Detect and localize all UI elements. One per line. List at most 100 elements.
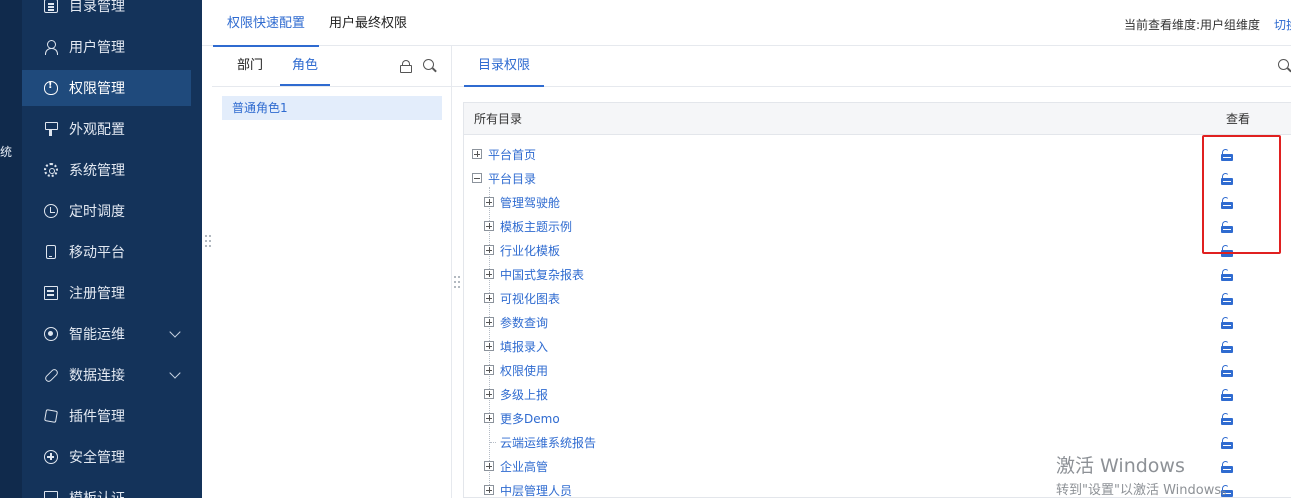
gear-icon: [44, 163, 58, 177]
expand-icon[interactable]: [484, 413, 494, 423]
tree-node-label[interactable]: 参数查询: [500, 311, 548, 335]
expand-icon[interactable]: [484, 485, 494, 495]
sidebar-item-label: 目录管理: [69, 0, 125, 15]
lock-icon[interactable]: [400, 60, 412, 73]
tab-catalog-permissions[interactable]: 目录权限: [463, 46, 545, 87]
sidebar-item-data-connection[interactable]: 数据连接: [22, 357, 191, 393]
sidebar-item-label: 插件管理: [69, 409, 125, 425]
sidebar-item-users[interactable]: 用户管理: [22, 29, 191, 65]
sidebar-item-label: 系统管理: [69, 163, 125, 179]
expand-icon[interactable]: [484, 197, 494, 207]
phone-icon: [46, 245, 56, 259]
expand-icon[interactable]: [484, 461, 494, 471]
chevron-down-icon[interactable]: [169, 326, 181, 338]
sidebar-item-smart-ops[interactable]: 智能运维: [22, 316, 191, 352]
collapse-icon[interactable]: [472, 173, 482, 183]
sidebar-item-plugins[interactable]: 插件管理: [22, 398, 191, 434]
tree-node-label[interactable]: 多级上报: [500, 383, 548, 407]
tree-node-label[interactable]: 行业化模板: [500, 239, 560, 263]
ops-icon: [44, 327, 58, 341]
register-icon: [44, 286, 58, 300]
tree-row[interactable]: 多级上报: [464, 383, 1291, 407]
tree-node-label[interactable]: 模板主题示例: [500, 215, 572, 239]
tree-row[interactable]: 模板主题示例: [464, 215, 1291, 239]
tree-row[interactable]: 行业化模板: [464, 239, 1291, 263]
tree-node-label[interactable]: 平台目录: [488, 167, 536, 191]
role-panel: 部门 角色 普通角色1: [212, 46, 452, 498]
unlock-icon[interactable]: [1221, 389, 1233, 401]
tree-node-label[interactable]: 填报录入: [500, 335, 548, 359]
tree-node-label[interactable]: 企业高管: [500, 455, 548, 479]
unlock-icon[interactable]: [1221, 293, 1233, 305]
search-icon[interactable]: [1278, 59, 1291, 73]
expand-icon[interactable]: [484, 293, 494, 303]
tab-quick-config[interactable]: 权限快速配置: [212, 0, 320, 47]
unlock-icon[interactable]: [1221, 437, 1233, 449]
tree-connector: [490, 442, 496, 443]
unlock-icon[interactable]: [1221, 461, 1233, 473]
expand-icon[interactable]: [484, 365, 494, 375]
tree-node-label[interactable]: 权限使用: [500, 359, 548, 383]
unlock-icon[interactable]: [1221, 413, 1233, 425]
sidebar-item-label: 安全管理: [69, 450, 125, 466]
tree-node-label[interactable]: 云端运维系统报告: [500, 431, 596, 455]
sidebar-item-appearance[interactable]: 外观配置: [22, 111, 191, 147]
expand-icon[interactable]: [484, 341, 494, 351]
sidebar-item-system[interactable]: 系统管理: [22, 152, 191, 188]
sidebar-item-label: 移动平台: [69, 245, 125, 261]
expand-icon[interactable]: [484, 269, 494, 279]
tree-row[interactable]: 可视化图表: [464, 287, 1291, 311]
tree-node-label[interactable]: 平台首页: [488, 143, 536, 167]
unlock-icon[interactable]: [1221, 365, 1233, 377]
column-all-catalogs: 所有目录: [474, 112, 523, 126]
tab-department[interactable]: 部门: [237, 46, 263, 86]
tree-row[interactable]: 平台首页: [464, 143, 1291, 167]
sidebar-resize-handle[interactable]: [205, 235, 211, 249]
catalog-permission-table: 所有目录 查看 平台首页 平台目录 管理驾驶舱 模板主题示例 行业化模板 中国式…: [463, 102, 1291, 498]
document-icon: [44, 0, 58, 13]
tab-role[interactable]: 角色: [279, 46, 331, 86]
sidebar-item-permissions[interactable]: 权限管理: [22, 70, 191, 106]
chevron-down-icon[interactable]: [169, 367, 181, 379]
sidebar-item-label: 定时调度: [69, 204, 125, 220]
tree-node-label[interactable]: 更多Demo: [500, 407, 560, 431]
tab-user-final-permissions[interactable]: 用户最终权限: [329, 0, 407, 46]
tree-row[interactable]: 平台目录: [464, 167, 1291, 191]
tree-node-label[interactable]: 中国式复杂报表: [500, 263, 584, 287]
left-rail: 统: [0, 0, 22, 498]
tree-row[interactable]: 权限使用: [464, 359, 1291, 383]
sidebar-item-label: 注册管理: [69, 286, 125, 302]
table-header: 所有目录 查看: [464, 103, 1291, 135]
tree-row[interactable]: 管理驾驶舱: [464, 191, 1291, 215]
switch-dimension-link[interactable]: 切换: [1274, 0, 1291, 50]
sidebar-item-schedule[interactable]: 定时调度: [22, 193, 191, 229]
user-icon: [44, 40, 58, 55]
expand-icon[interactable]: [484, 317, 494, 327]
sidebar-item-catalog[interactable]: 目录管理: [22, 0, 191, 24]
tree-row[interactable]: 参数查询: [464, 311, 1291, 335]
expand-icon[interactable]: [484, 389, 494, 399]
expand-icon[interactable]: [472, 149, 482, 159]
tree-row[interactable]: 中国式复杂报表: [464, 263, 1291, 287]
expand-icon[interactable]: [484, 221, 494, 231]
panel-resize-handle[interactable]: [454, 276, 460, 290]
sidebar-item-label: 用户管理: [69, 40, 125, 56]
tree-node-label[interactable]: 中层管理人员: [500, 479, 572, 498]
unlock-icon[interactable]: [1221, 341, 1233, 353]
tree-node-label[interactable]: 可视化图表: [500, 287, 560, 311]
unlock-icon[interactable]: [1221, 317, 1233, 329]
column-view[interactable]: 查看: [1226, 103, 1250, 135]
paint-brush-icon: [44, 122, 58, 136]
sidebar-item-registration[interactable]: 注册管理: [22, 275, 191, 311]
tree-node-label[interactable]: 管理驾驶舱: [500, 191, 560, 215]
tree-row[interactable]: 填报录入: [464, 335, 1291, 359]
sidebar-item-mobile[interactable]: 移动平台: [22, 234, 191, 270]
unlock-icon[interactable]: [1221, 269, 1233, 281]
sidebar-item-template-cert[interactable]: 模板认证: [22, 480, 191, 498]
tree-row[interactable]: 更多Demo: [464, 407, 1291, 431]
search-icon[interactable]: [423, 59, 437, 73]
expand-icon[interactable]: [484, 245, 494, 255]
sidebar-item-security[interactable]: 安全管理: [22, 439, 191, 475]
divider: [212, 86, 452, 87]
role-item[interactable]: 普通角色1: [222, 96, 442, 120]
